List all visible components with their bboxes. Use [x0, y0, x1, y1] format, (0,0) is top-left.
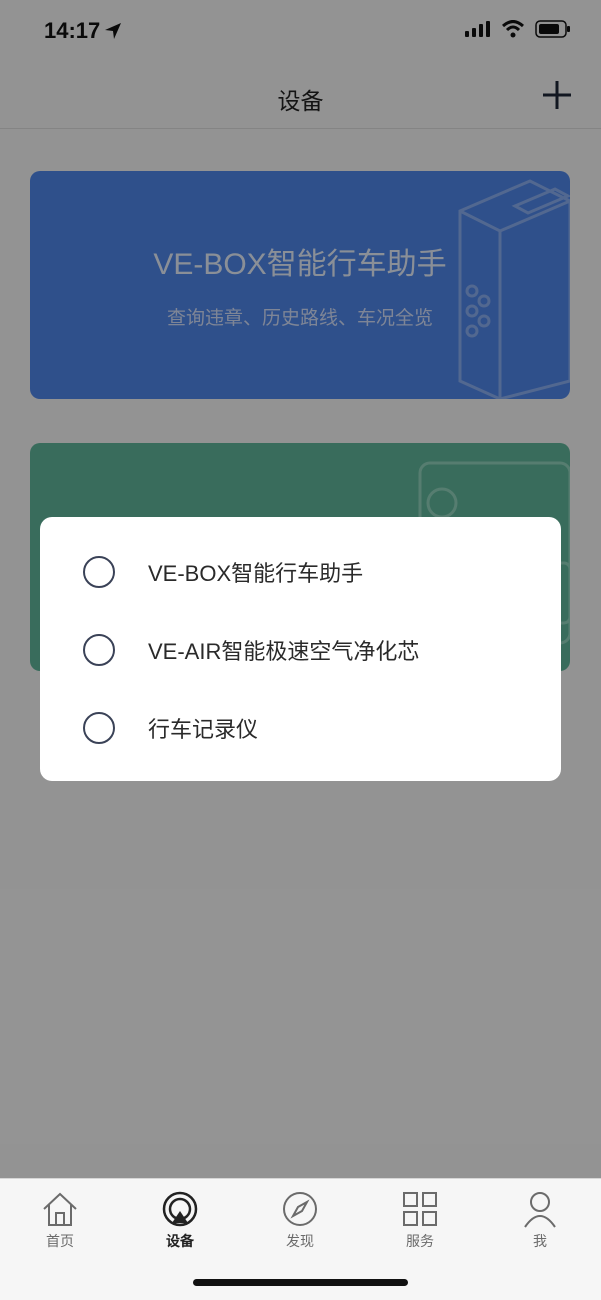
profile-icon [524, 1192, 556, 1228]
option-ve-air[interactable]: VE-AIR智能极速空气净化芯 [40, 611, 561, 689]
tab-discover[interactable]: 发现 [240, 1189, 360, 1259]
compass-icon [283, 1192, 317, 1226]
home-indicator [193, 1279, 408, 1286]
tab-label: 首页 [46, 1233, 74, 1249]
grid-icon [403, 1192, 437, 1226]
tab-label: 设备 [166, 1233, 194, 1249]
device-type-dialog: VE-BOX智能行车助手 VE-AIR智能极速空气净化芯 行车记录仪 [40, 517, 561, 781]
option-ve-box[interactable]: VE-BOX智能行车助手 [40, 533, 561, 611]
tab-label: 发现 [286, 1233, 314, 1249]
radio-button[interactable] [83, 556, 115, 588]
option-label: VE-BOX智能行车助手 [148, 561, 364, 586]
tab-device[interactable]: 设备 [120, 1189, 240, 1259]
tab-home[interactable]: 首页 [0, 1189, 120, 1259]
home-icon [43, 1192, 77, 1226]
tab-service[interactable]: 服务 [360, 1189, 480, 1259]
radio-button[interactable] [83, 634, 115, 666]
device-icon [162, 1191, 198, 1227]
tab-label: 服务 [406, 1233, 434, 1249]
radio-button[interactable] [83, 712, 115, 744]
option-dashcam[interactable]: 行车记录仪 [40, 689, 561, 767]
tab-label: 我 [533, 1233, 547, 1249]
tab-me[interactable]: 我 [480, 1189, 600, 1259]
option-label: 行车记录仪 [148, 717, 259, 742]
option-label: VE-AIR智能极速空气净化芯 [148, 639, 420, 664]
